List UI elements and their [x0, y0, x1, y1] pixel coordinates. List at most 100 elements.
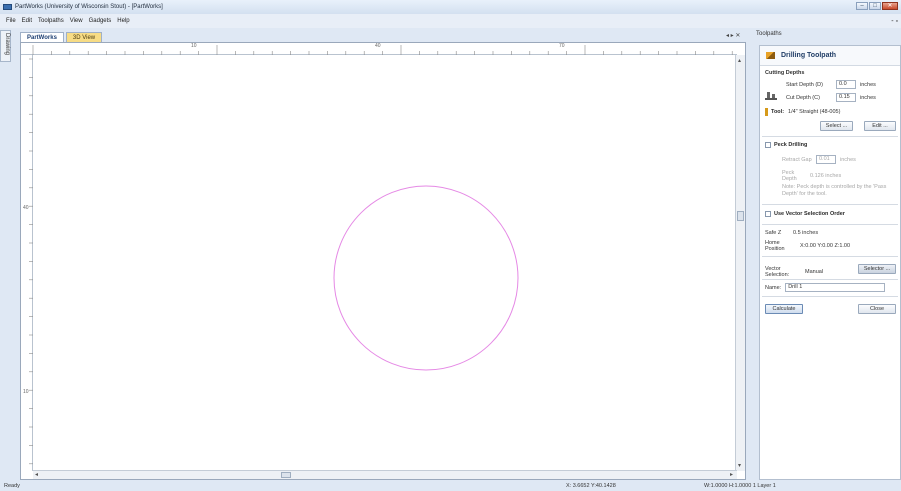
scroll-left-icon[interactable]: ◂	[35, 471, 38, 478]
horizontal-ruler: 10 40 70	[21, 43, 737, 55]
retract-gap-input[interactable]: 0.01	[816, 155, 836, 164]
retract-gap-row: Retract Gap 0.01 inches	[782, 155, 856, 164]
menu-bar: File Edit Toolpaths View Gadgets Help - …	[0, 14, 901, 28]
app-icon	[3, 4, 12, 10]
menu-help[interactable]: Help	[114, 18, 132, 24]
start-depth-label: Start Depth (D)	[786, 81, 823, 88]
menu-gadgets[interactable]: Gadgets	[86, 18, 115, 24]
panel-title-text: Drilling Toolpath	[781, 52, 837, 59]
scroll-up-icon[interactable]: ▴	[738, 57, 741, 64]
title-bar: PartWorks (University of Wisconsin Stout…	[0, 0, 901, 14]
divider	[762, 136, 898, 137]
maximize-button[interactable]: □	[869, 2, 881, 10]
vector-order-row: Use Vector Selection Order	[765, 211, 845, 217]
tab-controls[interactable]: ◂ ▸ ✕	[726, 32, 740, 39]
ruler-label: 10	[191, 43, 197, 49]
ruler-label: 10	[23, 389, 29, 395]
menu-toolpaths[interactable]: Toolpaths	[35, 18, 67, 24]
start-depth-row: Start Depth (D) 0.0 inches	[786, 80, 876, 89]
divider	[762, 224, 898, 225]
tool-value: 1/4" Straight (48-005)	[788, 109, 841, 115]
name-input[interactable]: Drill 1	[785, 283, 886, 292]
vector-selection-row: Vector Selection: Manual	[765, 266, 823, 278]
peck-depth-label: Peck Depth	[782, 170, 797, 182]
retract-gap-label: Retract Gap	[782, 156, 812, 163]
drawing-area[interactable]: 10 40 70 40 10 ▴ ▾ ◂ ▸	[20, 42, 746, 480]
divider	[762, 204, 898, 205]
vector-selection-value: Manual	[805, 269, 824, 275]
close-window-button[interactable]: ✕	[882, 2, 898, 10]
divider	[762, 256, 898, 257]
vector-selection-label: Vector Selection:	[765, 266, 790, 278]
horizontal-scrollbar[interactable]: ◂ ▸	[33, 470, 737, 479]
circle-vector[interactable]	[333, 185, 519, 371]
name-label: Name:	[765, 284, 782, 291]
drill-icon	[766, 52, 775, 59]
peck-drilling-row: Peck Drilling	[765, 142, 807, 148]
tab-partworks[interactable]: PartWorks	[20, 32, 64, 42]
menu-file[interactable]: File	[3, 18, 19, 24]
safe-z-label: Safe Z	[765, 230, 782, 236]
ruler-label: 40	[23, 205, 29, 211]
scroll-right-icon[interactable]: ▸	[730, 471, 733, 478]
edit-tool-button[interactable]: Edit ...	[864, 121, 896, 131]
selector-button[interactable]: Selector ...	[858, 264, 896, 274]
menu-view[interactable]: View	[67, 18, 86, 24]
cut-depth-units: inches	[860, 94, 876, 101]
divider	[762, 296, 898, 297]
status-ready: Ready	[4, 483, 20, 489]
drawing-side-tab-label: Drawing	[4, 33, 10, 56]
calculate-button[interactable]: Calculate	[765, 304, 803, 314]
vertical-scrollbar[interactable]: ▴ ▾	[735, 55, 745, 471]
home-position-row: Home Position X:0.00 Y:0.00 Z:1.00	[765, 240, 850, 252]
cut-depth-label: Cut Depth (C)	[786, 94, 820, 101]
tab-3d-view[interactable]: 3D View	[65, 32, 103, 42]
minimize-button[interactable]: –	[856, 2, 868, 10]
drawing-canvas[interactable]	[34, 56, 736, 470]
vertical-scroll-thumb[interactable]	[737, 211, 744, 221]
panel-title: Drilling Toolpath	[760, 46, 900, 66]
horizontal-scroll-thumb[interactable]	[281, 472, 291, 478]
peck-drilling-checkbox[interactable]	[765, 142, 771, 148]
cutting-depth-diagram-icon	[765, 91, 777, 100]
cutting-depths-heading: Cutting Depths	[765, 70, 805, 76]
ruler-label: 40	[375, 43, 381, 49]
retract-gap-units: inches	[840, 156, 856, 163]
window-controls: – □ ✕	[856, 2, 898, 10]
toolpaths-panel-header: Toolpaths	[756, 31, 782, 37]
tool-icon	[765, 108, 768, 116]
ruler-label: 70	[559, 43, 565, 49]
tool-row: Tool: 1/4" Straight (48-005)	[765, 108, 840, 116]
close-panel-button[interactable]: Close	[858, 304, 896, 314]
peck-depth-note: Note: Peck depth is controlled by the 'P…	[782, 184, 887, 197]
start-depth-units: inches	[860, 81, 876, 88]
tool-label: Tool:	[771, 109, 785, 115]
scroll-down-icon[interactable]: ▾	[738, 462, 741, 469]
cut-depth-row: Cut Depth (C) 0.15 inches	[786, 93, 876, 102]
peck-depth-row: Peck Depth 0.126 inches	[782, 170, 841, 182]
vertical-ruler: 40 10	[21, 55, 33, 471]
vertical-ruler-ticks	[29, 58, 33, 465]
safe-z-value: 0.5 inches	[793, 230, 819, 236]
vector-order-checkbox[interactable]	[765, 211, 771, 217]
window-title: PartWorks (University of Wisconsin Stout…	[15, 4, 163, 10]
status-coordinates: X: 3.6652 Y:40.1428	[566, 483, 616, 489]
drilling-toolpath-panel: Drilling Toolpath Cutting Depths Start D…	[759, 45, 901, 480]
status-bar: Ready X: 3.6652 Y:40.1428 W:1.0000 H:1.0…	[0, 482, 901, 491]
drawing-side-tab[interactable]: Drawing	[0, 30, 11, 62]
safe-z-row: Safe Z 0.5 inches	[765, 230, 818, 236]
home-position-value: X:0.00 Y:0.00 Z:1.00	[800, 243, 851, 249]
status-size-layer: W:1.0000 H:1.0000 1 Layer 1	[704, 483, 776, 489]
name-row: Name: Drill 1	[765, 283, 886, 292]
home-position-label: Home Position	[765, 240, 785, 252]
vector-order-label: Use Vector Selection Order	[774, 211, 845, 217]
peck-drilling-label: Peck Drilling	[774, 142, 808, 148]
select-tool-button[interactable]: Select ...	[820, 121, 853, 131]
menu-edit[interactable]: Edit	[19, 18, 35, 24]
divider	[762, 279, 898, 280]
pin-icon[interactable]: - ▫	[891, 18, 898, 25]
peck-depth-value: 0.126 inches	[810, 173, 842, 179]
cut-depth-input[interactable]: 0.15	[836, 93, 856, 102]
document-tabs: PartWorks 3D View	[20, 32, 103, 42]
start-depth-input[interactable]: 0.0	[836, 80, 856, 89]
